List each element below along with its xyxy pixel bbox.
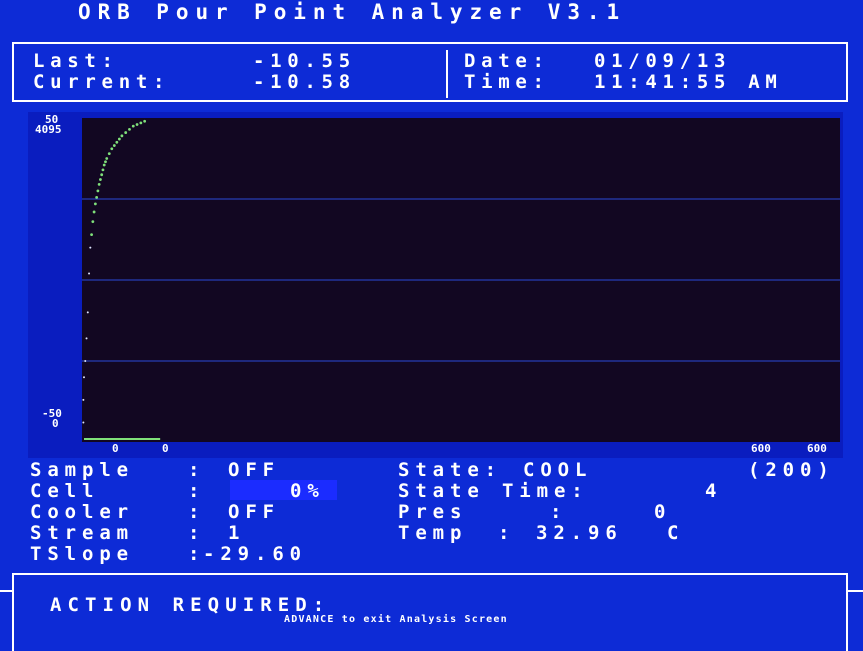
stream-colon: : [188, 522, 206, 544]
cell-value: 0% [290, 480, 325, 502]
tslope-value: -29.60 [203, 543, 307, 565]
trace-point [82, 421, 85, 424]
x-min-raw-label: 0 [162, 442, 169, 455]
trace-point [110, 147, 114, 151]
trace-point [92, 210, 96, 214]
temp-colon: : [498, 522, 516, 544]
trace-point [85, 337, 88, 340]
trace-point [102, 163, 106, 167]
trace-point [124, 131, 128, 134]
y-max-raw-label: 4095 [35, 123, 62, 136]
header-left-rule [12, 42, 14, 102]
app-title: ORB Pour Point Analyzer V3.1 [78, 0, 627, 24]
cooler-label: Cooler [30, 501, 134, 523]
header-divider [446, 50, 448, 98]
trace-point [135, 123, 139, 126]
date-value: 01/09/13 [594, 50, 732, 72]
trace-point [139, 121, 143, 125]
header-bottom-rule [12, 100, 848, 102]
stream-value: 1 [228, 522, 246, 544]
trace-point [99, 178, 102, 181]
footer-right-tick [848, 590, 863, 592]
action-required-label: ACTION REQUIRED: [50, 594, 331, 616]
trace-point [117, 137, 121, 141]
temp-value: 32.96 [536, 522, 623, 544]
trace-point [96, 189, 100, 193]
last-label: Last: [33, 50, 119, 72]
sample-value: OFF [228, 459, 280, 481]
stream-label: Stream [30, 522, 134, 544]
trace-point [89, 246, 92, 249]
trace-point [91, 220, 95, 224]
cooler-value: OFF [228, 501, 280, 523]
temp-label: Temp [398, 522, 468, 544]
plot-svg [82, 119, 840, 440]
y-axis-bottom-label: -50 0 [42, 408, 62, 430]
pres-label: Pres [398, 501, 468, 523]
trace-point [83, 376, 85, 379]
trace-point [86, 311, 89, 314]
trace-point [84, 360, 87, 362]
trace-point [128, 127, 131, 131]
footer-top-rule [12, 573, 848, 575]
trace-point [105, 157, 109, 160]
pres-value: 0 [654, 501, 672, 523]
current-label: Current: [33, 71, 171, 93]
pres-colon: : [550, 501, 568, 523]
trace-point [90, 233, 93, 237]
header-right-rule [846, 42, 848, 102]
state-label: State: [398, 459, 502, 481]
state-extra: (200) [748, 459, 835, 481]
trace-point [112, 144, 116, 147]
trace-point [97, 183, 101, 186]
time-label: Time: [464, 71, 550, 93]
trace-point [115, 140, 119, 144]
chart-panel: 50 4095 -50 0 0 0 600 600 [28, 112, 843, 458]
x-max-label: 600 [751, 442, 771, 455]
date-label: Date: [464, 50, 550, 72]
state-time-label: State Time: [398, 480, 589, 502]
trace-point [93, 202, 97, 206]
x-max-raw-label: 600 [807, 442, 827, 455]
y-min-raw-label: 0 [52, 417, 59, 430]
tslope-label: TSlope [30, 543, 134, 565]
trace-point [120, 134, 124, 138]
advance-hint: ADVANCE to exit Analysis Screen [284, 614, 508, 625]
trace-point [82, 398, 85, 401]
trace-point [104, 160, 107, 164]
trace-point [107, 152, 111, 156]
temp-unit: C [667, 522, 685, 544]
trace-point [88, 272, 91, 275]
footer-left-rule [12, 573, 14, 651]
sample-label: Sample [30, 459, 134, 481]
trace-point [100, 173, 104, 177]
trace-point [95, 195, 99, 199]
x-min-label: 0 [112, 442, 119, 455]
trace-point [143, 119, 147, 123]
trace-point [131, 124, 135, 128]
footer-left-tick [0, 590, 12, 592]
current-value: -10.58 [253, 71, 356, 93]
state-time-value: 4 [705, 480, 723, 502]
cell-label: Cell [30, 480, 100, 502]
last-value: -10.55 [253, 50, 356, 72]
state-value: COOL [523, 459, 593, 481]
y-axis-top-label: 50 4095 [35, 114, 62, 136]
analyzer-screen: ORB Pour Point Analyzer V3.1 Last: -10.5… [0, 0, 863, 651]
cell-colon: : [188, 480, 206, 502]
trace-point [101, 168, 105, 172]
footer-right-rule [846, 573, 848, 651]
header-top-rule [12, 42, 848, 44]
cooler-colon: : [188, 501, 206, 523]
time-value: 11:41:55 AM [594, 71, 783, 93]
sample-colon: : [188, 459, 206, 481]
temperature-plot [82, 118, 840, 442]
